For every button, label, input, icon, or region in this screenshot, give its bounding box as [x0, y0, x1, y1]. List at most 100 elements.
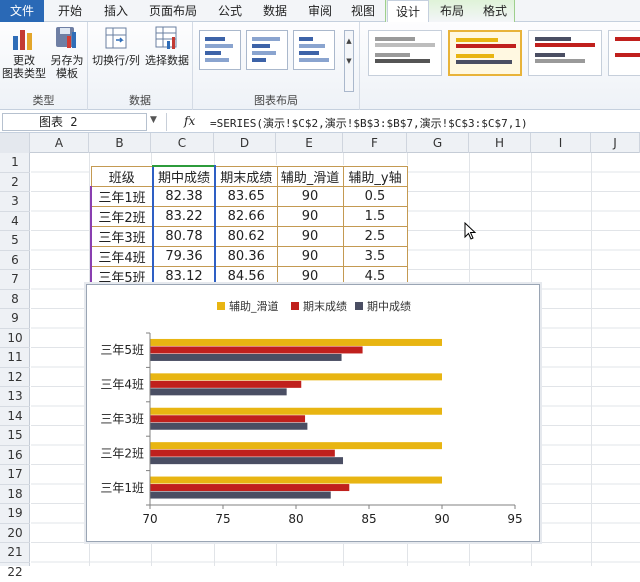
- header-cell-aux-y[interactable]: 辅助_y轴: [343, 166, 407, 187]
- column-header-b[interactable]: B: [89, 133, 151, 153]
- table-cell[interactable]: 80.36: [215, 247, 277, 267]
- insert-function-button[interactable]: fx: [184, 114, 195, 128]
- tab-layout[interactable]: 布局: [432, 0, 472, 22]
- x-axis[interactable]: 707580859095: [142, 505, 522, 526]
- tab-home[interactable]: 开始: [50, 0, 90, 22]
- row-header-8[interactable]: 8: [0, 290, 30, 310]
- row-header-17[interactable]: 17: [0, 465, 30, 485]
- table-cell[interactable]: 2.5: [343, 227, 407, 247]
- header-cell-aux-slide[interactable]: 辅助_滑道: [277, 166, 343, 187]
- row-header-3[interactable]: 3: [0, 192, 30, 212]
- table-cell[interactable]: 82.66: [215, 207, 277, 227]
- table-cell[interactable]: 三年3班: [91, 227, 153, 247]
- layout-thumb-1[interactable]: [199, 30, 241, 70]
- row-header-10[interactable]: 10: [0, 329, 30, 349]
- row-header-18[interactable]: 18: [0, 485, 30, 505]
- table-cell[interactable]: 90: [277, 187, 343, 207]
- row-header-15[interactable]: 15: [0, 426, 30, 446]
- tab-view[interactable]: 视图: [343, 0, 383, 22]
- bar[interactable]: [150, 346, 363, 353]
- chart-style-3[interactable]: [528, 30, 602, 76]
- header-cell-midterm[interactable]: 期中成绩: [153, 166, 215, 187]
- column-header-a[interactable]: A: [30, 133, 89, 153]
- column-header-f[interactable]: F: [343, 133, 407, 153]
- table-cell[interactable]: 三年2班: [91, 207, 153, 227]
- bar[interactable]: [150, 354, 342, 361]
- row-header-5[interactable]: 5: [0, 231, 30, 251]
- layout-gallery-scroll[interactable]: ▲▼: [344, 30, 354, 92]
- bar[interactable]: [150, 450, 335, 457]
- column-header-i[interactable]: I: [531, 133, 591, 153]
- layout-thumb-3[interactable]: [293, 30, 335, 70]
- switch-row-column-button[interactable]: 切换行/列: [90, 24, 142, 67]
- bar[interactable]: [150, 339, 442, 346]
- table-cell[interactable]: 90: [277, 207, 343, 227]
- bar[interactable]: [150, 477, 442, 484]
- row-header-2[interactable]: 2: [0, 173, 30, 193]
- chart-legend[interactable]: 辅助_滑道期末成绩期中成绩: [217, 299, 411, 313]
- name-box[interactable]: 图表 2: [2, 113, 147, 131]
- table-cell[interactable]: 79.36: [153, 247, 215, 267]
- table-cell[interactable]: 83.22: [153, 207, 215, 227]
- table-cell[interactable]: 82.38: [153, 187, 215, 207]
- row-header-6[interactable]: 6: [0, 251, 30, 271]
- row-header-22[interactable]: 22: [0, 563, 30, 582]
- header-cell-class[interactable]: 班级: [91, 166, 153, 187]
- row-header-7[interactable]: 7: [0, 270, 30, 290]
- row-header-21[interactable]: 21: [0, 543, 30, 563]
- column-header-g[interactable]: G: [407, 133, 469, 153]
- save-as-template-button[interactable]: 另存为 模板: [48, 24, 86, 80]
- bar[interactable]: [150, 373, 442, 380]
- bar[interactable]: [150, 423, 307, 430]
- row-header-13[interactable]: 13: [0, 387, 30, 407]
- row-header-11[interactable]: 11: [0, 348, 30, 368]
- tab-file[interactable]: 文件: [0, 0, 44, 22]
- column-header-h[interactable]: H: [469, 133, 531, 153]
- bar[interactable]: [150, 408, 442, 415]
- bar[interactable]: [150, 457, 343, 464]
- row-header-4[interactable]: 4: [0, 212, 30, 232]
- bar[interactable]: [150, 381, 301, 388]
- column-header-j[interactable]: J: [591, 133, 640, 153]
- tab-design[interactable]: 设计: [387, 0, 429, 23]
- column-header-c[interactable]: C: [151, 133, 214, 153]
- select-all-corner[interactable]: [0, 133, 30, 153]
- y-axis[interactable]: 三年1班三年2班三年3班三年4班三年5班: [100, 333, 150, 505]
- bar[interactable]: [150, 388, 287, 395]
- chart-style-1[interactable]: [368, 30, 442, 76]
- row-header-16[interactable]: 16: [0, 446, 30, 466]
- plot-area[interactable]: [150, 339, 442, 499]
- select-data-button[interactable]: 选择数据: [142, 24, 192, 67]
- column-header-e[interactable]: E: [276, 133, 343, 153]
- bar-chart[interactable]: 辅助_滑道期末成绩期中成绩 三年1班三年2班三年3班三年4班三年5班 70758…: [86, 284, 540, 542]
- row-header-14[interactable]: 14: [0, 407, 30, 427]
- table-cell[interactable]: 80.62: [215, 227, 277, 247]
- table-cell[interactable]: 三年1班: [91, 187, 153, 207]
- row-header-9[interactable]: 9: [0, 309, 30, 329]
- row-header-1[interactable]: 1: [0, 153, 30, 173]
- bar[interactable]: [150, 415, 305, 422]
- bar[interactable]: [150, 442, 442, 449]
- tab-formulas[interactable]: 公式: [210, 0, 250, 22]
- table-cell[interactable]: 83.65: [215, 187, 277, 207]
- tab-page-layout[interactable]: 页面布局: [142, 0, 204, 22]
- name-box-dropdown-icon[interactable]: ▼: [150, 115, 157, 125]
- table-cell[interactable]: 3.5: [343, 247, 407, 267]
- chart-style-4[interactable]: [608, 30, 640, 76]
- change-chart-type-button[interactable]: 更改 图表类型: [2, 24, 46, 80]
- table-cell[interactable]: 90: [277, 227, 343, 247]
- formula-input[interactable]: =SERIES(演示!$C$2,演示!$B$3:$B$7,演示!$C$3:$C$…: [210, 115, 528, 131]
- table-cell[interactable]: 0.5: [343, 187, 407, 207]
- tab-format[interactable]: 格式: [475, 0, 515, 22]
- table-cell[interactable]: 1.5: [343, 207, 407, 227]
- table-cell[interactable]: 三年4班: [91, 247, 153, 267]
- tab-review[interactable]: 审阅: [300, 0, 340, 22]
- row-header-20[interactable]: 20: [0, 524, 30, 544]
- row-header-19[interactable]: 19: [0, 504, 30, 524]
- tab-data[interactable]: 数据: [255, 0, 295, 22]
- column-header-d[interactable]: D: [214, 133, 276, 153]
- table-cell[interactable]: 80.78: [153, 227, 215, 247]
- chart-style-2-selected[interactable]: [448, 30, 522, 76]
- bar[interactable]: [150, 484, 349, 491]
- bar[interactable]: [150, 492, 331, 499]
